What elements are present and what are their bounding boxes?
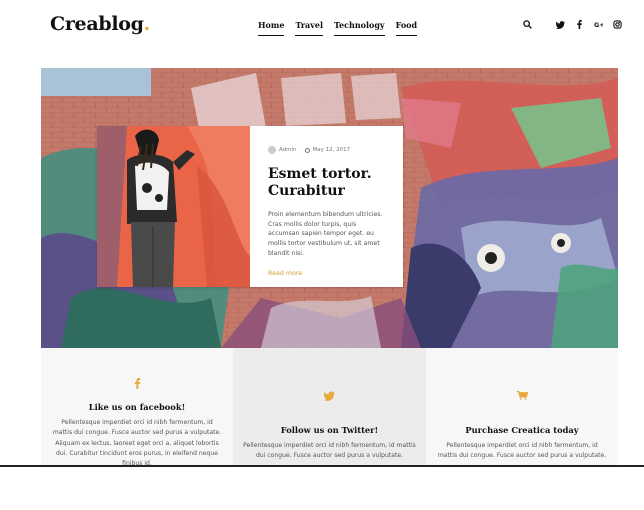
box-title: Purchase Creatica today [465,425,579,435]
twitter-icon[interactable] [555,19,565,29]
twitter-icon[interactable] [233,390,426,406]
post-date: May 12, 2017 [312,147,351,153]
author-avatar [268,146,276,154]
box-title: Follow us on Twitter! [280,425,379,435]
header-icons: G+ [522,19,622,29]
main-nav: Home Travel Technology Food [258,20,418,36]
instagram-icon[interactable] [612,19,622,29]
google-plus-icon[interactable]: G+ [593,19,603,29]
divider [0,465,644,467]
read-more-link[interactable]: Read more [268,270,302,277]
box-text: Pellentesque imperdiet orci id nibh ferm… [437,442,607,460]
box-text: Pellentesque imperdiet orci id nibh ferm… [243,442,416,460]
post-excerpt: Proin elementum bibendum ultricies. Cras… [268,211,383,257]
site-header: Creablog. Home Travel Technology Food G+ [0,0,644,60]
box-title: Like us on facebook! [88,402,186,412]
featured-post-card: Admin May 12, 2017 Esmet tortor. Curabit… [97,126,403,287]
facebook-icon[interactable] [574,19,584,29]
featured-post-image[interactable] [97,126,250,287]
nav-item-technology[interactable]: Technology [334,20,385,36]
post-author[interactable]: Admin [279,147,297,153]
featured-post-body: Admin May 12, 2017 Esmet tortor. Curabit… [250,126,403,287]
facebook-icon[interactable] [41,378,233,394]
logo-dot: . [143,13,151,35]
nav-item-home[interactable]: Home [258,20,285,36]
purchase-box: Purchase Creatica today Pellentesque imp… [426,348,618,466]
nav-item-food[interactable]: Food [395,20,418,36]
post-title[interactable]: Esmet tortor. Curabitur [268,166,387,200]
svg-text:G+: G+ [594,21,603,29]
post-meta: Admin May 12, 2017 [268,146,387,154]
clock-icon [304,147,310,153]
feature-boxes: Like us on facebook! Pellentesque imperd… [41,348,618,468]
nav-item-travel[interactable]: Travel [295,20,323,36]
logo-text: Creablog [50,13,144,35]
cart-icon[interactable] [426,390,618,406]
site-logo[interactable]: Creablog. [50,13,150,35]
facebook-box: Like us on facebook! Pellentesque imperd… [41,348,233,468]
twitter-box: Follow us on Twitter! Pellentesque imper… [233,348,426,466]
search-icon[interactable] [522,19,532,29]
box-text: Pellentesque imperdiet orci id nibh ferm… [52,419,222,468]
